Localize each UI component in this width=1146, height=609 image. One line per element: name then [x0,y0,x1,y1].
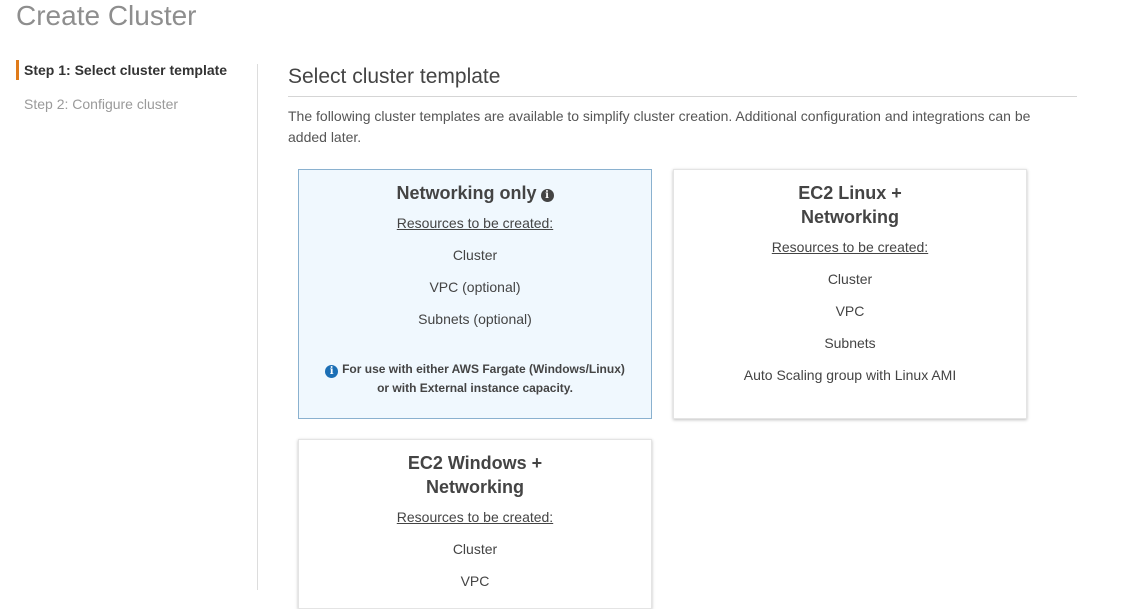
info-circle-icon: i [325,365,339,378]
resource-item: Auto Scaling group with Linux AMI [743,367,957,383]
template-title: EC2 Linux + Networking [798,183,902,227]
resources-heading: Resources to be created: [396,215,554,231]
resource-item: Cluster [452,247,498,263]
resource-item: Cluster [452,541,498,557]
section-divider [288,96,1077,97]
resource-item: Cluster [827,271,873,287]
step-configure-cluster: Step 2: Configure cluster [24,96,179,112]
resource-item: VPC (optional) [429,279,521,295]
resource-item: VPC [835,303,865,319]
template-title: EC2 Windows + Networking [407,453,543,497]
resources-heading: Resources to be created: [396,509,554,525]
step-select-template[interactable]: Step 1: Select cluster template [16,60,246,80]
note-line: For use with either AWS Fargate (Windows… [342,362,625,376]
note-line: or with External instance capacity. [377,381,573,395]
template-card-ec2-windows[interactable]: EC2 Windows + Networking Resources to be… [298,439,652,609]
wizard-steps: Step 1: Select cluster template Step 2: … [16,60,246,114]
resource-item: Subnets [824,335,876,351]
info-icon[interactable]: i [540,189,554,202]
template-card-networking-only[interactable]: Networking only i Resources to be created… [298,169,652,419]
section-title: Select cluster template [288,65,501,88]
resource-item: Subnets (optional) [418,311,532,327]
resource-item: VPC [460,573,490,589]
template-title: Networking only i [299,181,651,205]
section-description: The following cluster templates are avai… [288,108,1031,145]
resources-heading: Resources to be created: [771,239,929,255]
template-card-ec2-linux[interactable]: EC2 Linux + Networking Resources to be c… [673,169,1027,419]
fargate-note: i For use with either AWS Fargate (Window… [299,360,651,398]
steps-divider [257,64,258,590]
page-title: Create Cluster [16,0,197,31]
